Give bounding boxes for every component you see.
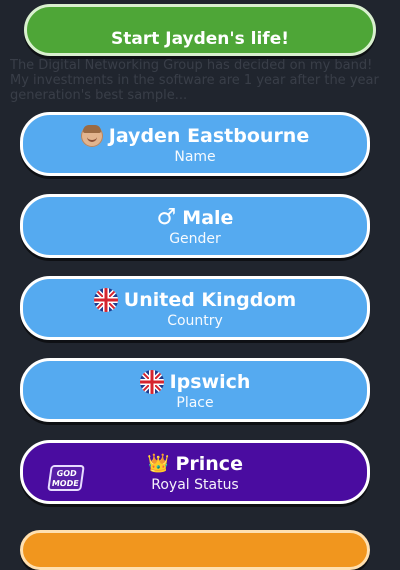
country-label: Country (167, 313, 223, 329)
uk-flag-icon (139, 370, 164, 394)
royal-status-button[interactable]: GOD MODE 👑 Prince Royal Status (20, 440, 370, 504)
start-life-button[interactable]: Start Jayden's life! (24, 4, 376, 56)
country-button[interactable]: United Kingdom Country (20, 276, 370, 340)
start-life-label: Start Jayden's life! (110, 29, 289, 49)
name-value: Jayden Eastbourne (108, 125, 310, 147)
place-label: Place (176, 395, 214, 411)
place-value: Ipswich (169, 371, 251, 393)
avatar-face-icon (80, 125, 103, 147)
gender-button[interactable]: ♂ Male Gender (20, 194, 370, 258)
place-button[interactable]: Ipswich Place (20, 358, 370, 422)
log-line: generation's best sample... (10, 88, 188, 103)
country-value: United Kingdom (123, 289, 297, 311)
gender-value: Male (182, 207, 234, 229)
name-button[interactable]: Jayden Eastbourne Name (20, 112, 370, 176)
name-label: Name (174, 149, 216, 165)
royal-status-label: Royal Status (151, 477, 239, 493)
orange-button-partial[interactable] (20, 530, 370, 570)
log-line: My investments in the software are 1 yea… (10, 73, 379, 88)
uk-flag-icon (93, 288, 118, 312)
royal-status-value: Prince (175, 453, 243, 475)
gender-label: Gender (169, 231, 221, 247)
background-event-log: The Digital Networking Group has decided… (10, 58, 390, 103)
crown-icon: 👑 (147, 453, 170, 474)
male-symbol-icon: ♂ (156, 205, 177, 230)
